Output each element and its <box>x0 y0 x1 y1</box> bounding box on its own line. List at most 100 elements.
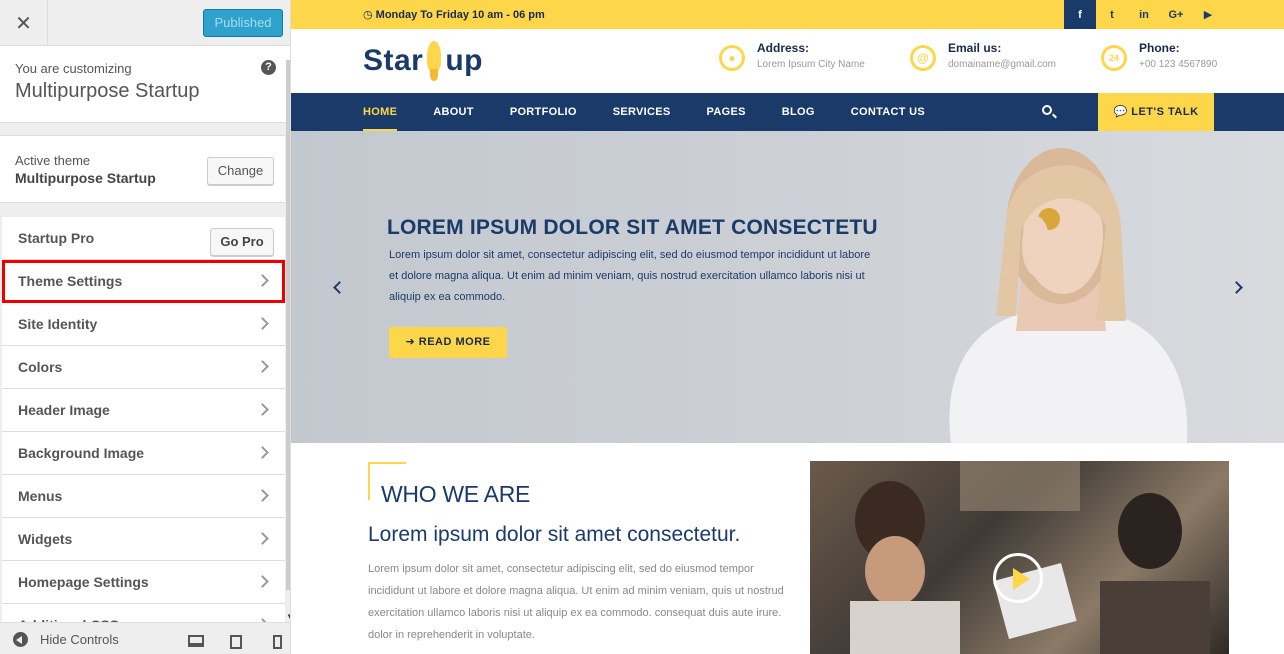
nav-item-home[interactable]: HOME <box>363 93 398 131</box>
nav-item-portfolio[interactable]: PORTFOLIO <box>510 93 577 131</box>
mobile-preview-icon[interactable] <box>273 635 282 649</box>
email-info: @ Email us: domainame@gmail.com <box>910 41 1056 71</box>
customizing-info: You are customizing Multipurpose Startup… <box>0 46 290 123</box>
site-name: Multipurpose Startup <box>15 80 200 102</box>
section-subtitle: Lorem ipsum dolor sit amet consectetur. <box>368 523 741 546</box>
close-icon[interactable]: ✕ <box>0 0 48 46</box>
menu-item-theme-settings[interactable]: Theme Settings <box>2 260 285 303</box>
slider-next-icon[interactable] <box>1230 281 1243 294</box>
section-title: WHO WE ARE <box>381 481 531 507</box>
address-info: ● Address: Lorem Ipsum City Name <box>719 41 865 71</box>
lets-talk-label: LET'S TALK <box>1131 106 1199 118</box>
search-icon[interactable] <box>1042 105 1052 115</box>
sidebar-scrollbar[interactable] <box>286 60 290 590</box>
arrow-right-icon: ➜ <box>405 336 419 348</box>
section-text: Lorem ipsum dolor sit amet, consectetur … <box>368 563 784 641</box>
social-links: f t in G+ ▶ <box>1064 0 1224 29</box>
facebook-icon[interactable]: f <box>1064 0 1096 29</box>
nav-items: HOME ABOUT PORTFOLIO SERVICES PAGES BLOG… <box>363 93 961 131</box>
sidebar-header: ✕ Published <box>0 0 290 46</box>
menu-item-label: Colors <box>18 359 63 375</box>
phone-title: Phone: <box>1139 41 1180 55</box>
phone-value: +00 123 4567890 <box>1139 59 1218 70</box>
map-pin-icon: ● <box>719 45 745 71</box>
menu-item-label: Site Identity <box>18 316 98 332</box>
chevron-right-icon <box>256 403 269 416</box>
hero-woman-image <box>949 148 1188 443</box>
hide-controls-label: Hide Controls <box>40 632 119 647</box>
linkedin-icon[interactable]: in <box>1128 0 1160 29</box>
menu-item-label: Widgets <box>18 531 73 547</box>
customizing-label: You are customizing <box>15 61 132 76</box>
video-thumbnail[interactable] <box>810 461 1229 654</box>
chevron-right-icon <box>256 489 269 502</box>
nav-item-pages[interactable]: PAGES <box>707 93 746 131</box>
help-icon[interactable]: ? <box>261 60 276 75</box>
nav-item-about[interactable]: ABOUT <box>433 93 474 131</box>
active-theme-panel: Active theme Multipurpose Startup Change <box>0 135 285 203</box>
hero-title: LOREM IPSUM DOLOR SIT AMET CONSECTETU <box>387 216 878 239</box>
change-theme-button[interactable]: Change <box>207 157 274 185</box>
sidebar-footer: Hide Controls <box>0 622 290 654</box>
chevron-right-icon <box>256 532 269 545</box>
publish-button[interactable]: Published <box>203 9 283 37</box>
email-title: Email us: <box>948 41 1002 55</box>
startup-pro-label: Startup Pro <box>18 230 95 246</box>
read-more-label: READ MORE <box>418 336 491 348</box>
menu-item-site-identity[interactable]: Site Identity <box>2 303 285 346</box>
address-value: Lorem Ipsum City Name <box>757 59 865 70</box>
address-title: Address: <box>757 41 810 55</box>
chevron-right-icon <box>256 317 269 330</box>
chevron-right-icon <box>256 446 269 459</box>
logo-text-right: up <box>445 44 484 77</box>
logo-text-left: Star <box>363 44 424 77</box>
desktop-preview-icon[interactable] <box>188 635 204 647</box>
twitter-icon[interactable]: t <box>1096 0 1128 29</box>
menu-item-colors[interactable]: Colors <box>2 346 285 389</box>
google-plus-icon[interactable]: G+ <box>1160 0 1192 29</box>
lets-talk-button[interactable]: 💬 LET'S TALK <box>1098 93 1214 131</box>
top-bar: ◷ Monday To Friday 10 am - 06 pm f t in … <box>291 0 1284 29</box>
chevron-right-icon <box>256 274 269 287</box>
nav-item-contact-us[interactable]: CONTACT US <box>851 93 925 131</box>
youtube-icon[interactable]: ▶ <box>1192 0 1224 29</box>
menu-item-header-image[interactable]: Header Image <box>2 389 285 432</box>
nav-item-services[interactable]: SERVICES <box>613 93 671 131</box>
hero-slider: LOREM IPSUM DOLOR SIT AMET CONSECTETU Lo… <box>291 131 1284 443</box>
hours-text: Monday To Friday 10 am - 06 pm <box>375 9 545 21</box>
site-preview: ◷ Monday To Friday 10 am - 06 pm f t in … <box>291 0 1284 654</box>
menu-item-label: Theme Settings <box>18 273 123 289</box>
menu-item-label: Homepage Settings <box>18 574 149 590</box>
menu-item-label: Background Image <box>18 445 145 461</box>
main-nav: HOME ABOUT PORTFOLIO SERVICES PAGES BLOG… <box>291 93 1284 131</box>
menu-item-homepage-settings[interactable]: Homepage Settings <box>2 561 285 604</box>
tablet-preview-icon[interactable] <box>230 635 242 649</box>
chevron-right-icon <box>256 575 269 588</box>
at-icon: @ <box>910 45 936 71</box>
collapse-icon <box>13 632 28 647</box>
rocket-icon <box>425 41 443 81</box>
startup-pro-section: Startup Pro Go Pro <box>2 217 285 260</box>
customizer-menu: Startup Pro Go Pro Theme Settings Site I… <box>2 217 285 647</box>
play-icon[interactable] <box>993 553 1043 603</box>
go-pro-button[interactable]: Go Pro <box>210 228 274 256</box>
site-logo[interactable]: Star up <box>363 41 483 81</box>
menu-item-widgets[interactable]: Widgets <box>2 518 285 561</box>
menu-item-menus[interactable]: Menus <box>2 475 285 518</box>
phone-24-icon: 24 <box>1101 45 1127 71</box>
email-value: domainame@gmail.com <box>948 59 1056 70</box>
read-more-button[interactable]: ➜ READ MORE <box>389 327 507 358</box>
hide-controls-button[interactable]: Hide Controls <box>13 632 119 647</box>
site-header: Star up ● Address: Lorem Ipsum City Name… <box>291 29 1284 93</box>
phone-info: 24 Phone: +00 123 4567890 <box>1101 41 1217 71</box>
menu-item-background-image[interactable]: Background Image <box>2 432 285 475</box>
chat-icon: 💬 <box>1113 106 1132 118</box>
menu-item-label: Header Image <box>18 402 110 418</box>
opening-hours: ◷ Monday To Friday 10 am - 06 pm <box>363 9 545 21</box>
hero-text: Lorem ipsum dolor sit amet, consectetur … <box>389 249 871 303</box>
menu-item-label: Menus <box>18 488 63 504</box>
slider-prev-icon[interactable] <box>333 281 346 294</box>
nav-item-blog[interactable]: BLOG <box>782 93 815 131</box>
customizer-sidebar: ✕ Published You are customizing Multipur… <box>0 0 291 654</box>
chevron-right-icon <box>256 360 269 373</box>
